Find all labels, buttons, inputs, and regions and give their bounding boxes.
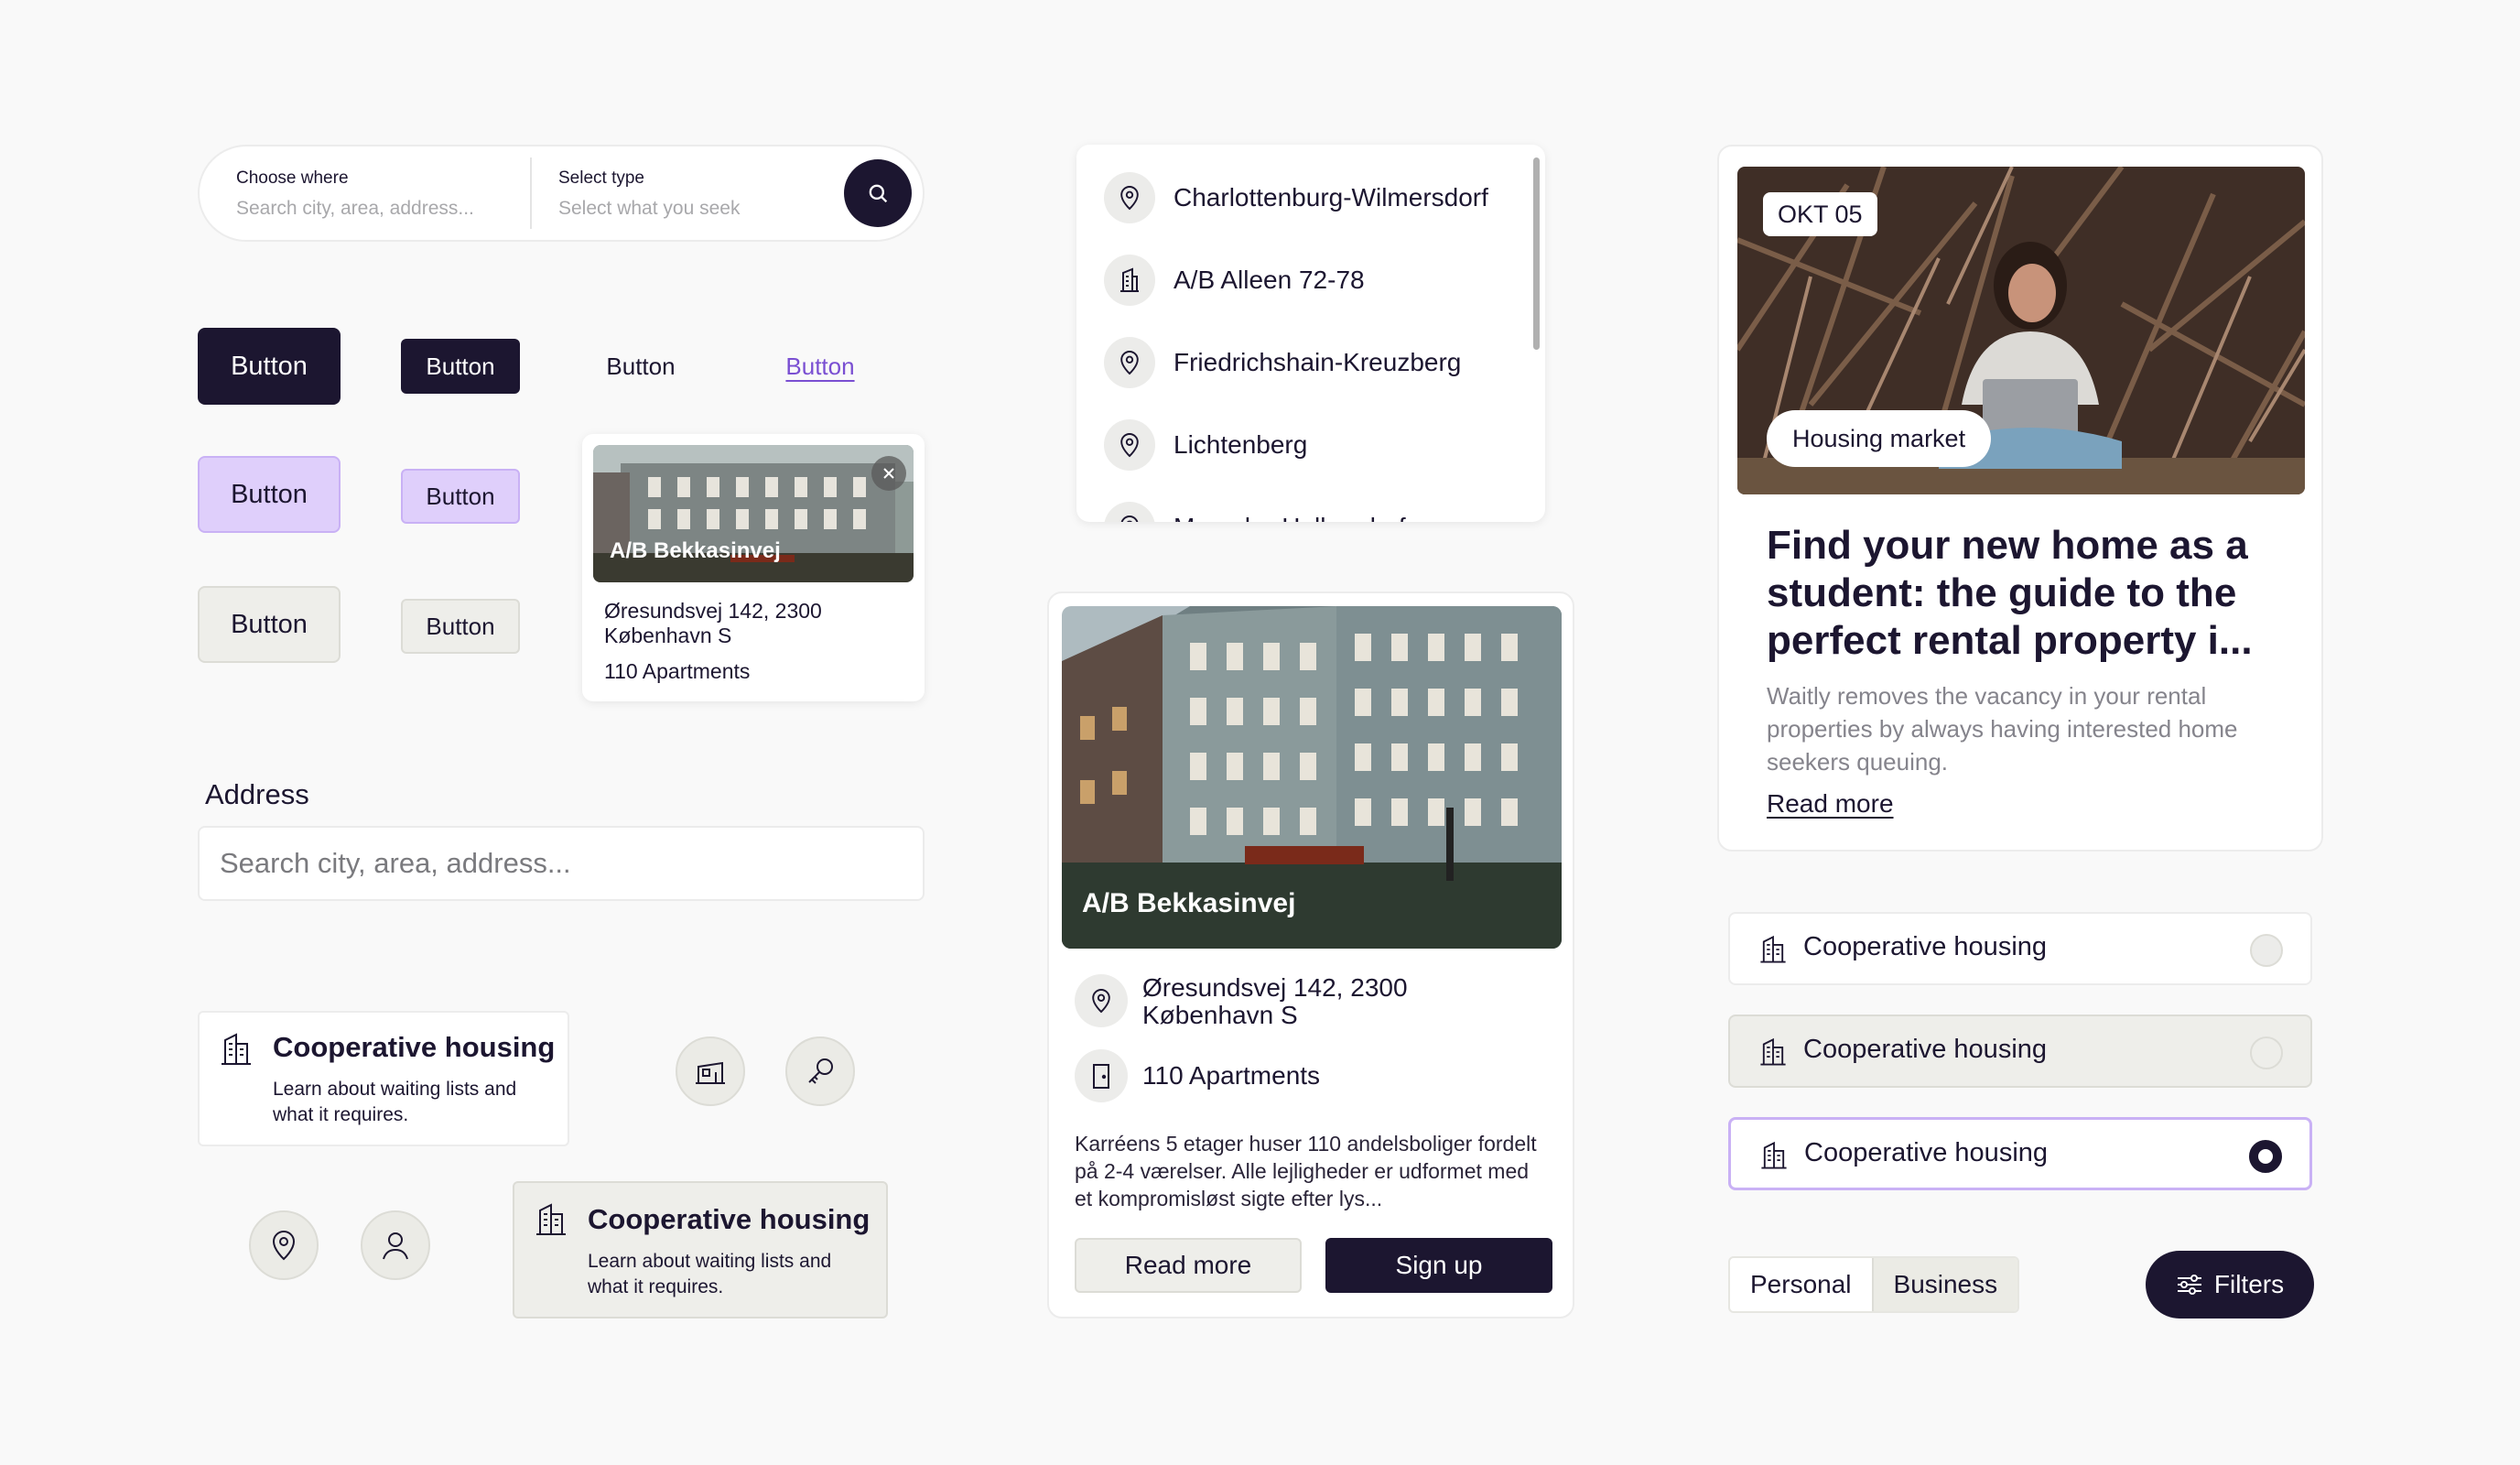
filters-label: Filters bbox=[2213, 1270, 2285, 1298]
close-icon bbox=[883, 468, 894, 479]
key-icon-button[interactable] bbox=[785, 1036, 855, 1106]
building-icon bbox=[1760, 1037, 1786, 1066]
secondary-button-small[interactable]: Button bbox=[401, 469, 520, 524]
radio-option-label: Cooperative housing bbox=[1803, 1035, 2048, 1064]
where-placeholder[interactable]: Search city, area, address... bbox=[236, 198, 474, 220]
map-pin-icon bbox=[1120, 186, 1139, 211]
location-search-bar: Choose where Search city, area, address.… bbox=[198, 145, 925, 242]
map-pin-icon bbox=[1120, 433, 1139, 458]
radio-option-hover[interactable]: Cooperative housing bbox=[1728, 1015, 2312, 1088]
info-card-description: Learn about waiting lists and what it re… bbox=[588, 1251, 832, 1297]
list-item-label: Charlottenburg-Wilmersdorf bbox=[1173, 183, 1488, 212]
property-description: Karréens 5 etager huser 110 andelsbolige… bbox=[1075, 1132, 1537, 1210]
type-field[interactable]: Select type Select what you seek bbox=[558, 168, 740, 220]
building-icon-button[interactable] bbox=[676, 1036, 745, 1106]
list-item[interactable]: Marzahn-Hellersdorf bbox=[1104, 502, 1406, 522]
radio-option-label: Cooperative housing bbox=[1804, 1138, 2049, 1167]
tertiary-button-small[interactable]: Button bbox=[401, 599, 520, 654]
primary-button-small[interactable]: Button bbox=[401, 339, 520, 394]
key-icon bbox=[808, 1058, 833, 1084]
map-pin-icon bbox=[1120, 515, 1139, 522]
user-icon-button[interactable] bbox=[361, 1210, 430, 1280]
link-button[interactable]: Button bbox=[765, 339, 875, 394]
info-card-title: Cooperative housing bbox=[273, 1031, 556, 1063]
property-card-large[interactable]: A/B Bekkasinvej Øresundsvej 142, 2300 Kø… bbox=[1047, 591, 1574, 1318]
radio-button[interactable] bbox=[2250, 1036, 2283, 1069]
info-card-description: Learn about waiting lists and what it re… bbox=[273, 1079, 517, 1125]
list-item[interactable]: Lichtenberg bbox=[1104, 419, 1307, 471]
list-item[interactable]: A/B Alleen 72-78 bbox=[1104, 255, 1365, 306]
building-icon bbox=[222, 1033, 251, 1065]
list-item-label: A/B Alleen 72-78 bbox=[1173, 266, 1365, 294]
property-name: A/B Bekkasinvej bbox=[1082, 888, 1296, 918]
article-date-badge: OKT 05 bbox=[1763, 192, 1877, 236]
building-icon bbox=[1761, 1141, 1787, 1169]
property-apartments: 110 Apartments bbox=[604, 659, 751, 683]
segment-business[interactable]: Business bbox=[1871, 1258, 2018, 1311]
building-icon bbox=[1760, 935, 1786, 963]
info-card-title: Cooperative housing bbox=[588, 1203, 871, 1235]
search-icon bbox=[869, 184, 888, 203]
info-card-cooperative-selected[interactable]: Cooperative housing Learn about waiting … bbox=[513, 1181, 888, 1318]
radio-option-selected[interactable]: Cooperative housing bbox=[1728, 1117, 2312, 1190]
radio-button-checked[interactable] bbox=[2249, 1140, 2282, 1173]
radio-option-label: Cooperative housing bbox=[1803, 932, 2048, 961]
article-headline[interactable]: Find your new home as a student: the gui… bbox=[1767, 522, 2279, 665]
property-address: Øresundsvej 142, 2300 København S bbox=[604, 599, 822, 647]
search-button[interactable] bbox=[844, 159, 912, 227]
tertiary-button-large[interactable]: Button bbox=[198, 586, 341, 663]
location-suggestions-list: Charlottenburg-Wilmersdorf A/B Alleen 72… bbox=[1076, 145, 1545, 522]
where-label: Choose where bbox=[236, 168, 349, 188]
type-placeholder[interactable]: Select what you seek bbox=[558, 198, 740, 220]
address-label: Address bbox=[205, 778, 309, 810]
building-icon bbox=[536, 1203, 566, 1235]
storefront-icon bbox=[696, 1061, 725, 1084]
primary-button-large[interactable]: Button bbox=[198, 328, 341, 405]
property-address: Øresundsvej 142, 2300 København S bbox=[1142, 973, 1408, 1029]
radio-option-default[interactable]: Cooperative housing bbox=[1728, 912, 2312, 985]
read-more-button[interactable]: Read more bbox=[1075, 1238, 1302, 1293]
user-icon bbox=[383, 1232, 408, 1260]
list-item-label: Lichtenberg bbox=[1173, 430, 1308, 459]
sliders-icon bbox=[2177, 1275, 2201, 1295]
article-category-tag[interactable]: Housing market bbox=[1767, 410, 1992, 467]
close-button[interactable] bbox=[871, 456, 906, 491]
property-apartments: 110 Apartments bbox=[1142, 1061, 1321, 1090]
sign-up-button[interactable]: Sign up bbox=[1325, 1238, 1552, 1293]
info-card-cooperative[interactable]: Cooperative housing Learn about waiting … bbox=[198, 1011, 569, 1146]
segment-personal[interactable]: Personal bbox=[1730, 1258, 1872, 1311]
type-label: Select type bbox=[558, 168, 644, 188]
property-apartments-row: 110 Apartments bbox=[1075, 1049, 1320, 1102]
map-pin-icon bbox=[1120, 351, 1139, 375]
account-type-toggle: Personal Business bbox=[1728, 1256, 2020, 1313]
property-address-row: Øresundsvej 142, 2300 København S bbox=[1075, 974, 1444, 1029]
search-divider bbox=[530, 157, 532, 229]
ghost-button[interactable]: Button bbox=[586, 339, 696, 394]
radio-button[interactable] bbox=[2250, 934, 2283, 967]
list-item-label: Friedrichshain-Kreuzberg bbox=[1173, 348, 1462, 376]
filters-button[interactable]: Filters bbox=[2146, 1251, 2314, 1318]
property-name: A/B Bekkasinvej bbox=[610, 538, 781, 563]
article-read-more-link[interactable]: Read more bbox=[1767, 789, 1894, 819]
list-item[interactable]: Charlottenburg-Wilmersdorf bbox=[1104, 172, 1488, 223]
article-body: Waitly removes the vacancy in your renta… bbox=[1767, 682, 2238, 776]
map-pin-icon bbox=[1092, 989, 1110, 1014]
property-card-small[interactable]: A/B Bekkasinvej Øresundsvej 142, 2300 Kø… bbox=[582, 434, 925, 701]
article-card[interactable]: OKT 05 Housing market Find your new home… bbox=[1717, 145, 2323, 852]
address-input[interactable]: Search city, area, address... bbox=[198, 826, 925, 901]
building-icon bbox=[1120, 267, 1139, 292]
scrollbar[interactable] bbox=[1533, 157, 1540, 350]
where-field[interactable]: Choose where Search city, area, address.… bbox=[236, 168, 474, 220]
location-icon-button[interactable] bbox=[249, 1210, 319, 1280]
list-item-label: Marzahn-Hellersdorf bbox=[1173, 513, 1406, 522]
secondary-button-large[interactable]: Button bbox=[198, 456, 341, 533]
map-pin-icon bbox=[272, 1231, 296, 1261]
door-icon bbox=[1093, 1064, 1109, 1089]
list-item[interactable]: Friedrichshain-Kreuzberg bbox=[1104, 337, 1461, 388]
